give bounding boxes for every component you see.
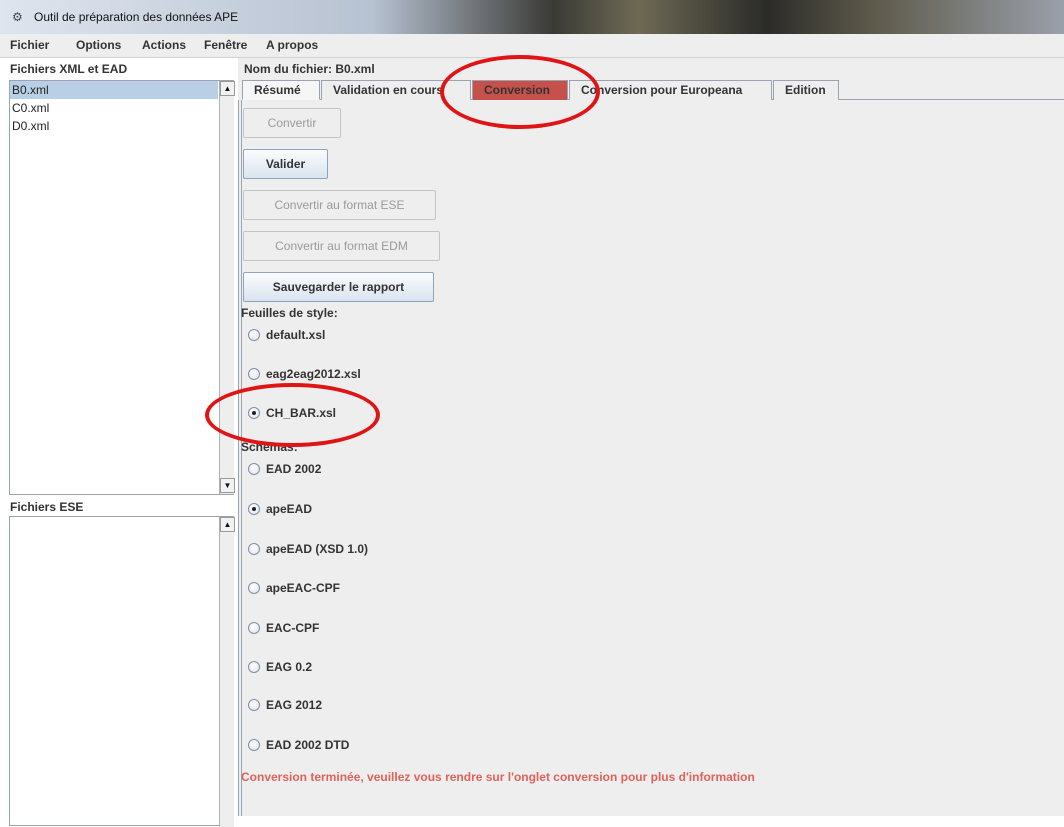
radio-unchecked-icon xyxy=(248,699,260,711)
title-bar: ⚙ Outil de préparation des données APE xyxy=(0,0,1064,34)
ese-files-label: Fichiers ESE xyxy=(10,500,84,514)
tab-conversion[interactable]: Conversion xyxy=(472,80,568,100)
radio-ead-2002[interactable]: EAD 2002 xyxy=(248,461,321,477)
radio-unchecked-icon xyxy=(248,329,260,341)
convertir-button[interactable]: Convertir xyxy=(243,108,341,138)
radio-unchecked-icon xyxy=(248,463,260,475)
radio-unchecked-icon xyxy=(248,368,260,380)
xml-files-list[interactable]: B0.xml C0.xml D0.xml ▲ ▼ xyxy=(9,80,235,495)
menu-options[interactable]: Options xyxy=(76,38,121,52)
window-title: Outil de préparation des données APE xyxy=(34,10,239,24)
radio-eac-cpf[interactable]: EAC-CPF xyxy=(248,620,319,636)
stylesheets-label: Feuilles de style: xyxy=(241,306,338,320)
sauvegarder-rapport-button[interactable]: Sauvegarder le rapport xyxy=(243,272,434,302)
settings-gear-icon: ⚙ xyxy=(12,10,23,24)
menu-bar: Fichier Options Actions Fenêtre A propos xyxy=(0,34,1064,58)
radio-eag-2012[interactable]: EAG 2012 xyxy=(248,697,322,713)
radio-default-xsl[interactable]: default.xsl xyxy=(248,327,325,343)
tab-resume[interactable]: Résumé xyxy=(242,80,320,100)
radio-unchecked-icon xyxy=(248,543,260,555)
radio-apeead[interactable]: apeEAD xyxy=(248,501,312,517)
list-item-d0[interactable]: D0.xml xyxy=(10,117,233,135)
convertir-edm-button[interactable]: Convertir au format EDM xyxy=(243,231,440,261)
valider-button[interactable]: Valider xyxy=(243,149,328,179)
convertir-ese-button[interactable]: Convertir au format ESE xyxy=(243,190,436,220)
menu-a-propos[interactable]: A propos xyxy=(266,38,318,52)
scroll-up-icon[interactable]: ▲ xyxy=(220,517,235,532)
status-message: Conversion terminée, veuillez vous rendr… xyxy=(241,770,755,784)
tab-validation[interactable]: Validation en cours xyxy=(321,80,471,100)
list-item-c0[interactable]: C0.xml xyxy=(10,99,233,117)
tab-conversion-europeana[interactable]: Conversion pour Europeana xyxy=(569,80,772,100)
radio-apeead-xsd[interactable]: apeEAD (XSD 1.0) xyxy=(248,541,368,557)
menu-actions[interactable]: Actions xyxy=(142,38,186,52)
schemas-label: Schémas: xyxy=(241,440,298,454)
radio-unchecked-icon xyxy=(248,739,260,751)
radio-checked-icon xyxy=(248,407,260,419)
tab-edition[interactable]: Edition xyxy=(773,80,839,100)
scroll-down-icon[interactable]: ▼ xyxy=(220,478,235,493)
radio-unchecked-icon xyxy=(248,582,260,594)
radio-eag-02[interactable]: EAG 0.2 xyxy=(248,659,312,675)
xml-list-scrollbar[interactable]: ▲ ▼ xyxy=(219,81,235,494)
radio-checked-icon xyxy=(248,503,260,515)
menu-fichier[interactable]: Fichier xyxy=(10,38,49,52)
menu-fenetre[interactable]: Fenêtre xyxy=(204,38,247,52)
ese-files-list[interactable]: ▲ xyxy=(9,516,235,827)
radio-unchecked-icon xyxy=(248,622,260,634)
radio-ch-bar-xsl[interactable]: CH_BAR.xsl xyxy=(248,405,336,421)
xml-files-label: Fichiers XML et EAD xyxy=(10,62,128,76)
filename-label: Nom du fichier: B0.xml xyxy=(244,62,375,76)
conversion-panel: Nom du fichier: B0.xml Résumé Validation… xyxy=(238,58,1064,816)
radio-unchecked-icon xyxy=(248,661,260,673)
radio-apeeac-cpf[interactable]: apeEAC-CPF xyxy=(248,580,340,596)
content-frame-border xyxy=(238,100,242,816)
radio-ead-2002-dtd[interactable]: EAD 2002 DTD xyxy=(248,737,349,753)
scroll-up-icon[interactable]: ▲ xyxy=(220,81,235,96)
list-item-b0[interactable]: B0.xml xyxy=(10,81,218,99)
radio-eag2eag2012-xsl[interactable]: eag2eag2012.xsl xyxy=(248,366,361,382)
ese-list-scrollbar[interactable]: ▲ xyxy=(219,517,235,827)
